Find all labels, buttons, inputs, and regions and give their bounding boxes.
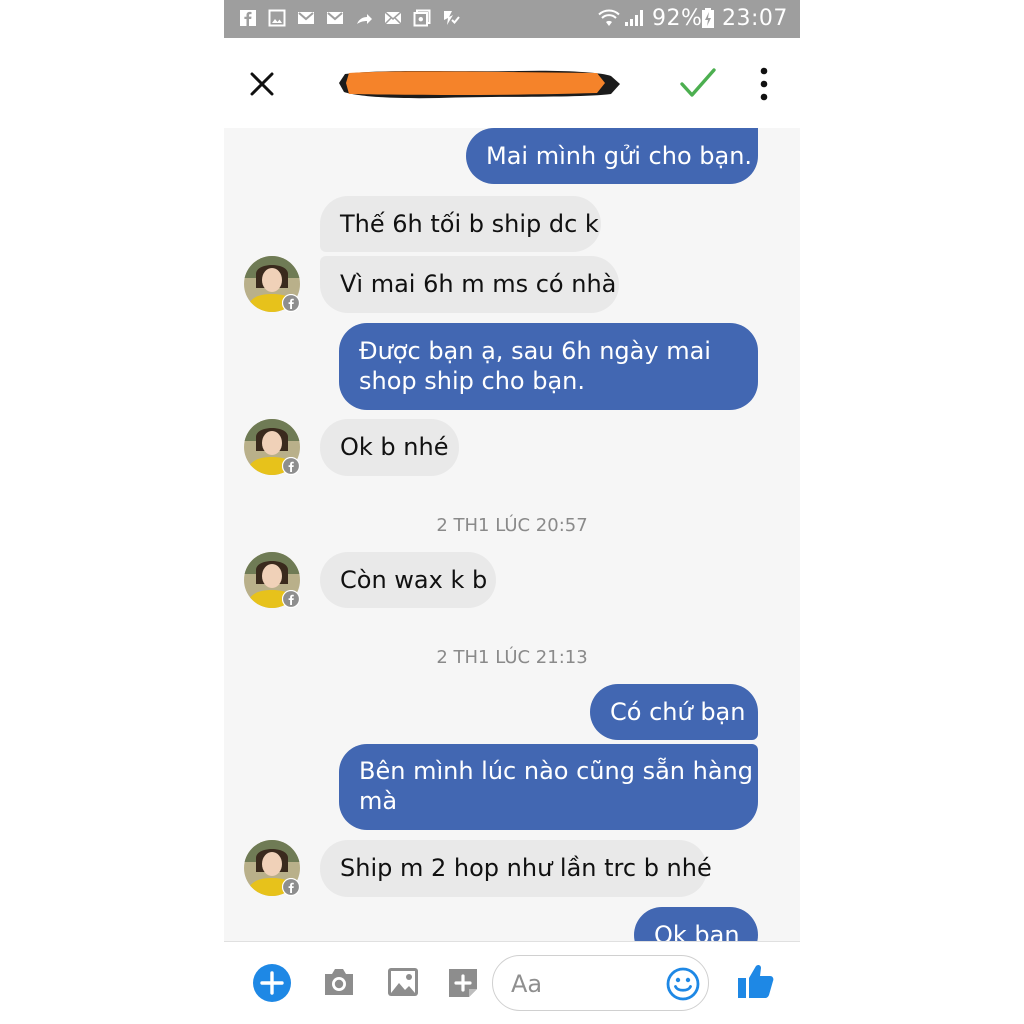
mail-icon <box>384 11 402 25</box>
incoming-message[interactable]: Ship m 2 hop như lần trc b nhé <box>320 840 712 897</box>
outgoing-message[interactable]: Có chứ bạn <box>590 684 758 740</box>
outgoing-message[interactable]: Ok bạn <box>634 907 758 941</box>
incoming-message[interactable]: Còn wax k b <box>320 552 496 608</box>
timestamp: 2 TH1 LÚC 21:13 <box>436 647 588 668</box>
status-bar: 92% 23:07 <box>224 0 800 38</box>
more-vertical-icon[interactable] <box>754 66 774 102</box>
contact-avatar[interactable] <box>244 256 300 312</box>
close-icon[interactable] <box>246 68 278 100</box>
contact-avatar[interactable] <box>244 419 300 475</box>
sticker-icon[interactable] <box>446 966 480 1000</box>
image-icon[interactable] <box>386 966 420 998</box>
input-placeholder: Aa <box>511 970 543 998</box>
message-line: shop ship cho bạn. <box>359 367 586 395</box>
incoming-message[interactable]: Vì mai 6h m ms có nhà <box>320 256 619 313</box>
battery-percent: 92% <box>652 6 703 31</box>
battery-charging-icon <box>702 8 714 28</box>
facebook-icon <box>240 10 256 26</box>
plus-icon[interactable] <box>252 963 292 1003</box>
facebook-badge-icon <box>282 457 300 475</box>
message-composer: Aa <box>224 941 800 1024</box>
contact-avatar[interactable] <box>244 840 300 896</box>
facebook-badge-icon <box>282 590 300 608</box>
download-check-icon <box>444 11 460 25</box>
outgoing-message[interactable]: Được bạn ạ, sau 6h ngày mai shop ship ch… <box>339 323 758 410</box>
check-icon[interactable] <box>679 66 717 100</box>
phone-screen: 92% 23:07 Mai mình gửi cho bạn. Thế 6h t… <box>224 0 800 1024</box>
gallery-icon <box>413 9 431 27</box>
contact-avatar[interactable] <box>244 552 300 608</box>
image-icon <box>268 9 286 27</box>
message-line: Bên mình lúc nào cũng sẵn hàng <box>359 757 753 785</box>
outgoing-message[interactable]: Bên mình lúc nào cũng sẵn hàng mà <box>339 744 758 830</box>
share-icon <box>357 14 372 24</box>
message-list[interactable]: Mai mình gửi cho bạn. Thế 6h tối b ship … <box>224 128 800 941</box>
facebook-badge-icon <box>282 878 300 896</box>
like-icon[interactable] <box>736 961 776 1001</box>
signal-icon <box>625 10 643 26</box>
message-line: Được bạn ạ, sau 6h ngày mai <box>359 337 711 365</box>
facebook-badge-icon <box>282 294 300 312</box>
outgoing-message[interactable]: Mai mình gửi cho bạn. <box>466 128 758 184</box>
message-input[interactable]: Aa <box>492 955 709 1011</box>
message-line: mà <box>359 787 398 815</box>
clock: 23:07 <box>722 6 788 31</box>
incoming-message[interactable]: Ok b nhé <box>320 419 459 476</box>
incoming-message[interactable]: Thế 6h tối b ship dc k <box>320 196 601 252</box>
gmail-icon <box>298 12 314 24</box>
gmail-icon <box>327 12 343 24</box>
emoji-icon[interactable] <box>666 967 700 1001</box>
wifi-icon <box>598 9 620 26</box>
timestamp: 2 TH1 LÚC 20:57 <box>436 515 588 536</box>
conversation-header <box>224 38 800 128</box>
camera-icon[interactable] <box>322 966 356 998</box>
redacted-contact-name <box>339 70 620 99</box>
